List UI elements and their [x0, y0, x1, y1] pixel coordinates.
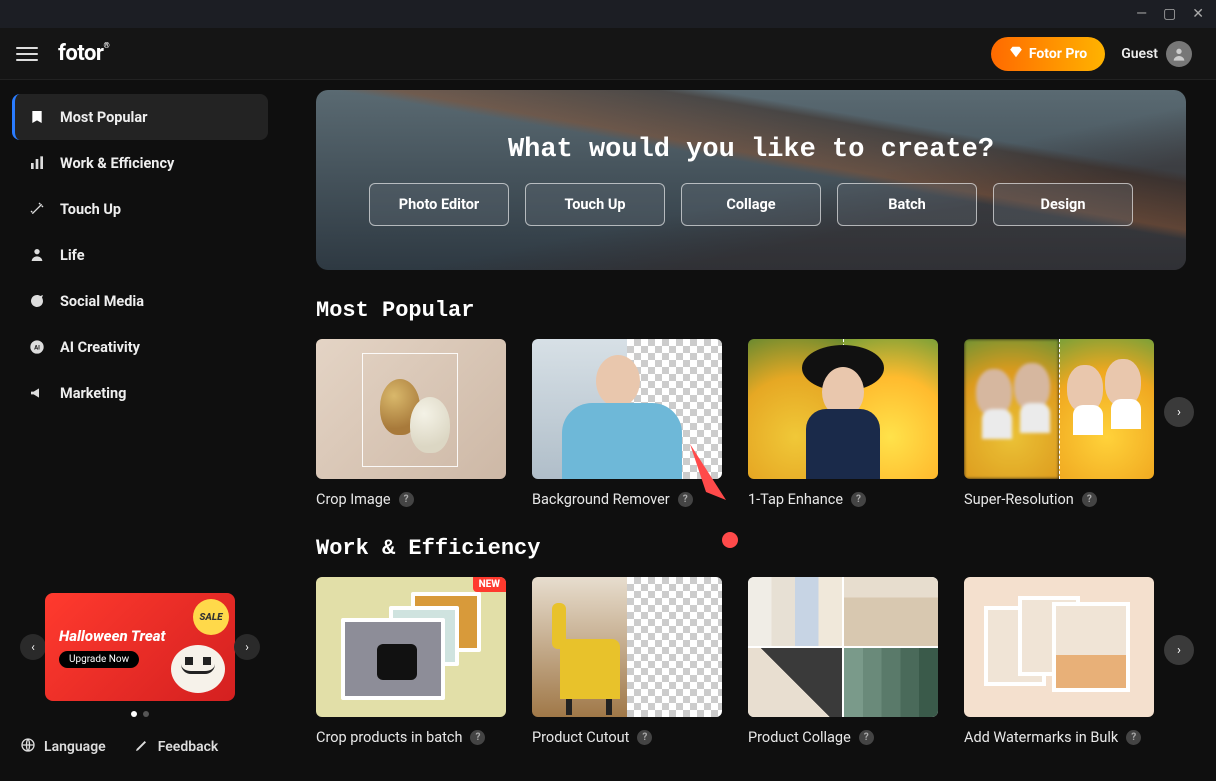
promo-carousel: ‹ SALE Halloween Treat Upgrade Now ›	[12, 593, 268, 701]
chat-icon	[28, 292, 46, 310]
thumbnail	[748, 339, 938, 479]
row-next-button[interactable]: ›	[1164, 397, 1194, 427]
window-titlebar: — ▢ ✕	[0, 0, 1216, 28]
thumbnail: NEW	[316, 577, 506, 717]
language-button[interactable]: Language	[20, 737, 106, 757]
help-icon[interactable]: ?	[851, 492, 866, 507]
help-icon[interactable]: ?	[1126, 730, 1141, 745]
promo-cta[interactable]: Upgrade Now	[59, 651, 139, 668]
bookmark-icon	[28, 108, 46, 126]
top-bar: fotor® Fotor Pro Guest	[0, 28, 1216, 80]
card-row-most-popular: Crop Image? Background Remover? 1-Tap En…	[316, 339, 1186, 508]
help-icon[interactable]: ?	[1082, 492, 1097, 507]
sidebar-item-life[interactable]: Life	[12, 232, 268, 278]
card-1-tap-enhance[interactable]: 1-Tap Enhance?	[748, 339, 938, 508]
hero-button-photo-editor[interactable]: Photo Editor	[369, 183, 509, 226]
thumbnail	[316, 339, 506, 479]
sale-badge: SALE	[193, 599, 229, 635]
help-icon[interactable]: ?	[678, 492, 693, 507]
hero-button-batch[interactable]: Batch	[837, 183, 977, 226]
hero-title: What would you like to create?	[508, 135, 994, 165]
section-title-most-popular: Most Popular	[316, 298, 1186, 323]
megaphone-icon	[28, 384, 46, 402]
wand-icon	[28, 200, 46, 218]
promo-prev-button[interactable]: ‹	[20, 634, 46, 660]
pencil-icon	[134, 737, 150, 757]
diamond-icon	[1009, 45, 1023, 63]
hero-banner: What would you like to create? Photo Edi…	[316, 90, 1186, 270]
card-crop-image[interactable]: Crop Image?	[316, 339, 506, 508]
menu-icon[interactable]	[16, 43, 38, 65]
thumbnail	[964, 577, 1154, 717]
hero-button-design[interactable]: Design	[993, 183, 1133, 226]
maximize-button[interactable]: ▢	[1163, 6, 1176, 22]
thumbnail	[532, 577, 722, 717]
upgrade-pro-button[interactable]: Fotor Pro	[991, 37, 1105, 71]
thumbnail	[748, 577, 938, 717]
sidebar-item-touch-up[interactable]: Touch Up	[12, 186, 268, 232]
help-icon[interactable]: ?	[470, 730, 485, 745]
sidebar-item-marketing[interactable]: Marketing	[12, 370, 268, 416]
sidebar-item-social-media[interactable]: Social Media	[12, 278, 268, 324]
sidebar-item-most-popular[interactable]: Most Popular	[12, 94, 268, 140]
minimize-button[interactable]: —	[1136, 6, 1147, 22]
person-icon	[28, 246, 46, 264]
section-title-work-efficiency: Work & Efficiency	[316, 536, 1186, 561]
card-product-collage[interactable]: Product Collage?	[748, 577, 938, 746]
avatar-icon	[1166, 41, 1192, 67]
hero-button-collage[interactable]: Collage	[681, 183, 821, 226]
sidebar-item-ai-creativity[interactable]: AI AI Creativity	[12, 324, 268, 370]
new-badge: NEW	[473, 577, 506, 592]
row-next-button[interactable]: ›	[1164, 635, 1194, 665]
promo-next-button[interactable]: ›	[234, 634, 260, 660]
help-icon[interactable]: ?	[399, 492, 414, 507]
close-button[interactable]: ✕	[1192, 6, 1204, 22]
help-icon[interactable]: ?	[637, 730, 652, 745]
main-content: What would you like to create? Photo Edi…	[280, 80, 1216, 781]
card-product-cutout[interactable]: Product Cutout?	[532, 577, 722, 746]
help-icon[interactable]: ?	[859, 730, 874, 745]
card-crop-products-batch[interactable]: NEW Crop products in batch?	[316, 577, 506, 746]
sidebar-item-work-efficiency[interactable]: Work & Efficiency	[12, 140, 268, 186]
svg-text:AI: AI	[34, 345, 40, 352]
card-super-resolution[interactable]: Super-Resolution?	[964, 339, 1154, 508]
ai-icon: AI	[28, 338, 46, 356]
account-button[interactable]: Guest	[1121, 41, 1192, 67]
feedback-button[interactable]: Feedback	[134, 737, 219, 757]
thumbnail	[964, 339, 1154, 479]
bar-chart-icon	[28, 154, 46, 172]
card-add-watermarks-bulk[interactable]: Add Watermarks in Bulk?	[964, 577, 1154, 746]
sidebar: Most Popular Work & Efficiency Touch Up …	[0, 80, 280, 781]
card-background-remover[interactable]: Background Remover?	[532, 339, 722, 508]
thumbnail	[532, 339, 722, 479]
pumpkin-icon	[171, 645, 225, 693]
card-row-work-efficiency: NEW Crop products in batch? Product Cuto…	[316, 577, 1186, 746]
app-logo: fotor®	[58, 41, 109, 66]
hero-button-touch-up[interactable]: Touch Up	[525, 183, 665, 226]
globe-icon	[20, 737, 36, 757]
promo-card[interactable]: SALE Halloween Treat Upgrade Now	[45, 593, 235, 701]
